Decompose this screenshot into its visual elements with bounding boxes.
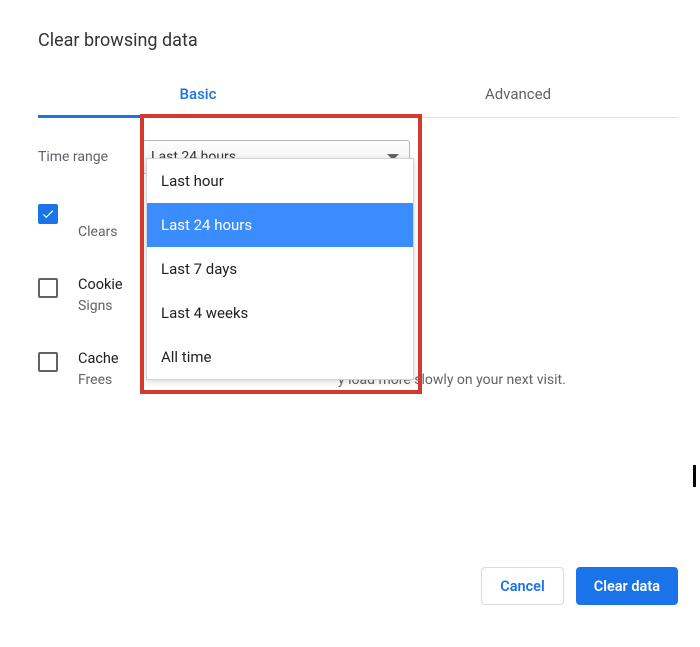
tab-advanced[interactable]: Advanced: [358, 75, 678, 117]
option-last-24-hours[interactable]: Last 24 hours: [147, 203, 413, 247]
cancel-button[interactable]: Cancel: [481, 567, 564, 605]
checkbox-cookies[interactable]: [38, 278, 58, 298]
checkmark-icon: [41, 207, 55, 221]
option-all-time[interactable]: All time: [147, 335, 413, 379]
tab-basic[interactable]: Basic: [38, 75, 358, 117]
checkbox-cache[interactable]: [38, 352, 58, 372]
option-last-4-weeks[interactable]: Last 4 weeks: [147, 291, 413, 335]
option-last-7-days[interactable]: Last 7 days: [147, 247, 413, 291]
time-range-dropdown[interactable]: Last hour Last 24 hours Last 7 days Last…: [146, 158, 414, 380]
dialog-title: Clear browsing data: [38, 30, 678, 51]
item-desc: Signs: [78, 297, 123, 316]
option-last-hour[interactable]: Last hour: [147, 159, 413, 203]
clear-browsing-data-dialog: Clear browsing data Basic Advanced Time …: [0, 0, 700, 647]
item-title: Cookie: [78, 276, 123, 293]
tabs: Basic Advanced: [38, 75, 678, 118]
dialog-footer: Cancel Clear data: [481, 567, 678, 605]
time-range-label: Time range: [38, 149, 140, 165]
item-text: Cookie Signs: [78, 276, 123, 316]
clear-data-button[interactable]: Clear data: [576, 567, 678, 605]
checkbox-browsing-history[interactable]: [38, 204, 58, 224]
text-cursor-icon: [693, 465, 696, 487]
